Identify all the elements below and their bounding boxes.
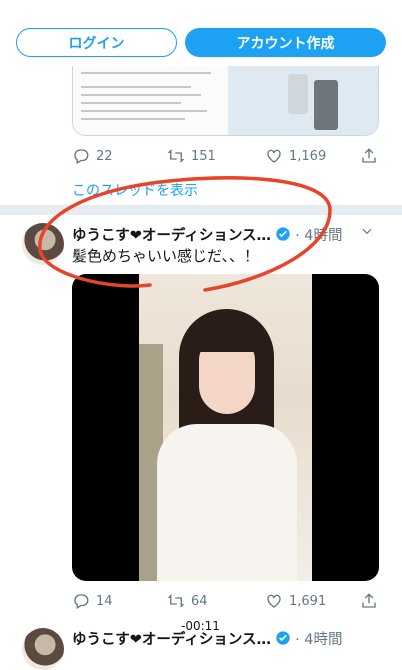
like-count: 1,169	[289, 148, 327, 164]
top-bar: ログイン アカウント作成	[0, 0, 402, 66]
video-frame	[139, 274, 312, 581]
video-player[interactable]	[72, 274, 379, 581]
retweet-button[interactable]: 64	[167, 592, 208, 610]
avatar[interactable]	[22, 223, 64, 265]
tweet-time[interactable]: · 4時間	[295, 628, 342, 649]
like-icon	[267, 149, 281, 163]
tweet-time[interactable]: · 4時間	[295, 224, 342, 245]
tweet-header: ゆうこす❤︎オーディションス… · 4時間	[72, 224, 382, 244]
retweet-count: 151	[191, 148, 216, 164]
like-button[interactable]: 1,691	[265, 592, 326, 610]
like-icon	[267, 594, 281, 608]
chevron-down-icon[interactable]	[360, 224, 374, 238]
retweet-count: 64	[191, 593, 208, 609]
reply-icon	[74, 149, 89, 164]
verified-icon	[276, 631, 290, 645]
reply-button[interactable]: 22	[72, 147, 113, 165]
tweet-media-preview[interactable]	[72, 66, 379, 136]
tweet-text: 髪色めちゃいい感じだ、、！	[72, 247, 260, 265]
share-icon	[362, 593, 376, 608]
share-icon	[362, 148, 376, 163]
like-button[interactable]: 1,169	[265, 147, 326, 165]
author-name[interactable]: ゆうこす❤︎オーディションス…	[72, 628, 271, 649]
verified-icon	[276, 227, 290, 241]
share-button[interactable]	[360, 147, 378, 165]
avatar[interactable]	[22, 628, 64, 670]
like-count: 1,691	[289, 593, 327, 609]
reply-count: 14	[96, 593, 113, 609]
tweet-actions: 14 64 1,691	[72, 592, 382, 614]
retweet-icon	[167, 594, 185, 608]
show-thread-link[interactable]: このスレッドを表示	[72, 180, 198, 200]
share-button[interactable]	[360, 592, 378, 610]
reply-button[interactable]: 14	[72, 592, 113, 610]
retweet-icon	[167, 149, 185, 163]
signup-button[interactable]: アカウント作成	[185, 28, 386, 57]
reply-icon	[74, 594, 89, 609]
login-button[interactable]: ログイン	[16, 28, 177, 57]
retweet-button[interactable]: 151	[167, 147, 216, 165]
media-text-panel	[73, 66, 228, 135]
tweet-actions: 22 151 1,169	[72, 147, 382, 169]
media-photo-panel	[228, 66, 378, 135]
reply-count: 22	[96, 148, 113, 164]
author-name[interactable]: ゆうこす❤︎オーディションス…	[72, 224, 271, 245]
tweet-header: ゆうこす❤︎オーディションス… · 4時間	[72, 628, 382, 648]
tweet-divider	[0, 205, 402, 215]
